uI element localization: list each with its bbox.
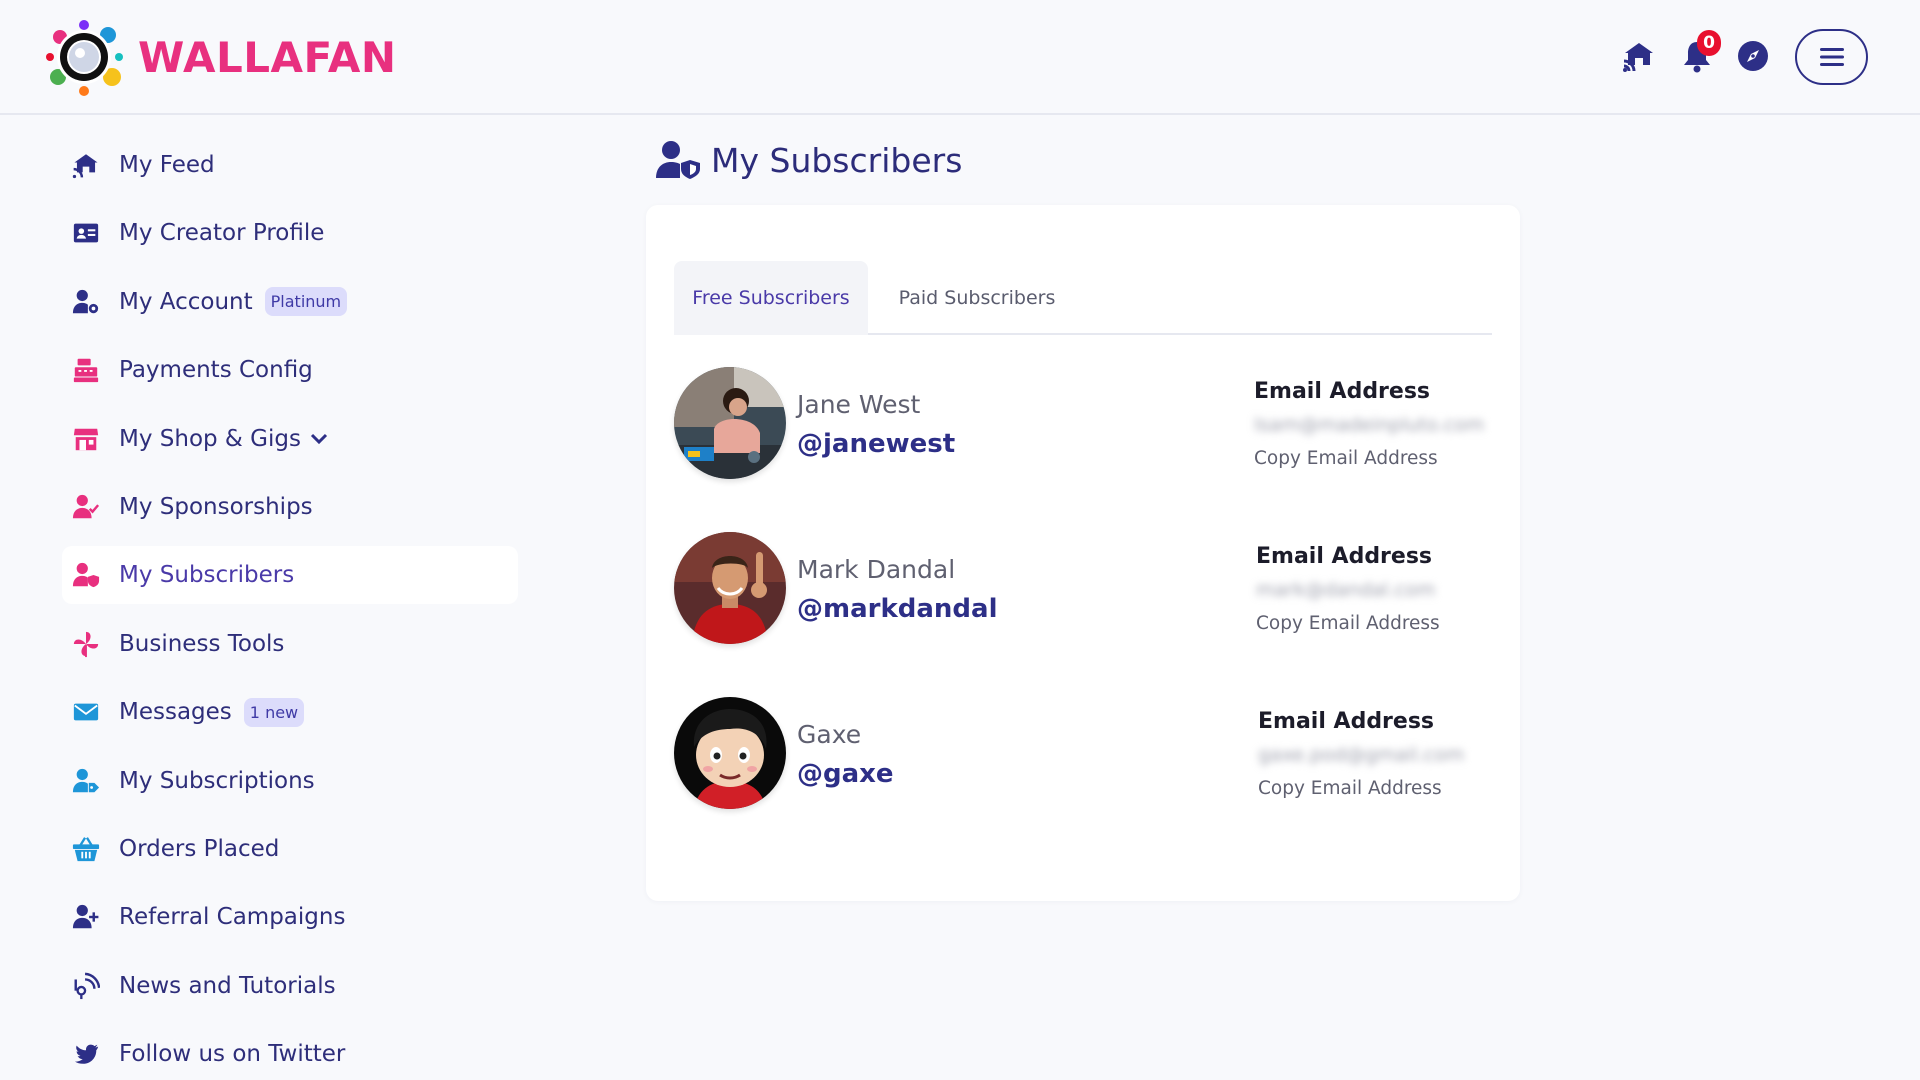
email-label: Email Address: [1254, 379, 1431, 404]
notification-count-badge: 0: [1697, 30, 1721, 56]
copy-email-link[interactable]: Copy Email Address: [1256, 613, 1516, 634]
sidebar-item-my-feed[interactable]: My Feed: [62, 136, 518, 194]
user-tag-icon: [72, 768, 100, 792]
sidebar-item-label: Referral Campaigns: [119, 904, 346, 931]
hamburger-menu-button[interactable]: [1795, 29, 1868, 85]
avatar-image: [674, 532, 786, 644]
sidebar-item-label: My Account: [119, 288, 253, 315]
avatar[interactable]: [674, 697, 786, 809]
tab-paid-subscribers[interactable]: Paid Subscribers: [868, 261, 1086, 335]
envelope-icon: [73, 703, 99, 721]
user-shield-icon: [72, 563, 100, 588]
email-block: Email Address mark@dandal.com Copy Email…: [1256, 544, 1516, 634]
sidebar-item-label: My Sponsorships: [119, 493, 313, 520]
sidebar-item-messages[interactable]: Messages 1 new: [62, 683, 518, 741]
sidebar-item-payments-config[interactable]: Payments Config: [62, 341, 518, 399]
twitter-icon: [74, 1044, 99, 1064]
subscriber-row: Mark Dandal @markdandal Email Address ma…: [674, 532, 1492, 647]
wallafan-logo-icon: [46, 20, 123, 96]
user-check-icon: [72, 494, 100, 519]
basket-icon: [72, 837, 100, 862]
id-card-icon: [73, 224, 99, 243]
sidebar-item-orders-placed[interactable]: Orders Placed: [62, 820, 518, 878]
subscriber-row: Jane West @janewest Email Address lsam@m…: [674, 367, 1492, 482]
avatar-image: [674, 697, 786, 809]
sidebar-item-my-creator-profile[interactable]: My Creator Profile: [62, 204, 518, 262]
subscriber-tabs: Free Subscribers Paid Subscribers: [674, 261, 1492, 335]
email-block: Email Address lsam@madeinpluto.com Copy …: [1254, 379, 1514, 469]
tab-free-subscribers[interactable]: Free Subscribers: [674, 261, 868, 335]
sidebar-item-my-subscriptions[interactable]: My Subscriptions: [62, 752, 518, 810]
sidebar-item-label: Messages: [119, 699, 232, 726]
explore-button[interactable]: [1735, 38, 1771, 74]
sidebar-item-my-shop-gigs[interactable]: My Shop & Gigs: [62, 410, 518, 468]
user-shield-icon: [656, 141, 700, 179]
account-tier-badge: Platinum: [264, 287, 348, 317]
subscriber-name: Jane West: [797, 390, 921, 419]
feed-icon: [1623, 43, 1653, 72]
subscribers-card: Free Subscribers Paid Subscribers Jane W…: [646, 205, 1520, 901]
avatar[interactable]: [674, 532, 786, 644]
compass-icon: [1738, 41, 1768, 71]
sidebar-item-label: Business Tools: [119, 630, 285, 657]
feed-icon: [72, 154, 98, 179]
sidebar-item-label: My Subscribers: [119, 562, 295, 589]
sidebar-item-follow-twitter[interactable]: Follow us on Twitter: [62, 1025, 518, 1080]
email-block: Email Address gaxe.pod@gmail.com Copy Em…: [1258, 709, 1518, 799]
sidebar-item-label: News and Tutorials: [119, 972, 336, 999]
brand[interactable]: WALLAFAN: [42, 15, 397, 99]
page-header: My Subscribers: [655, 140, 962, 180]
sidebar-item-label: Follow us on Twitter: [119, 1041, 346, 1068]
subscriber-name: Mark Dandal: [797, 555, 956, 584]
sidebar-item-my-sponsorships[interactable]: My Sponsorships: [62, 478, 518, 536]
sidebar-item-label: Payments Config: [119, 357, 313, 384]
cash-register-icon: [73, 358, 99, 383]
sidebar-item-label: Orders Placed: [119, 835, 280, 862]
subscriber-handle-link[interactable]: @gaxe: [797, 759, 894, 789]
sidebar-item-my-account[interactable]: My Account Platinum: [62, 273, 518, 331]
sidebar-item-label: My Subscriptions: [119, 767, 315, 794]
top-header: WALLAFAN 0: [0, 0, 1920, 115]
sidebar-item-label: My Shop & Gigs: [119, 425, 301, 452]
sidebar-item-my-subscribers[interactable]: My Subscribers: [62, 546, 518, 605]
brand-name: WALLAFAN: [138, 32, 397, 82]
subscriber-handle-link[interactable]: @janewest: [797, 429, 955, 459]
avatar-image: [674, 367, 786, 479]
unread-messages-badge: 1 new: [243, 697, 305, 727]
page-title: My Subscribers: [711, 140, 963, 180]
subscriber-name: Gaxe: [797, 720, 862, 749]
email-value: lsam@madeinpluto.com: [1254, 414, 1485, 436]
sidebar-item-news-tutorials[interactable]: News and Tutorials: [62, 957, 518, 1015]
user-plus-icon: [72, 905, 99, 929]
subscriber-handle-link[interactable]: @markdandal: [797, 594, 997, 624]
pinwheel-icon: [73, 631, 99, 657]
notifications-button[interactable]: 0: [1679, 30, 1721, 74]
sidebar-item-label: My Creator Profile: [119, 220, 325, 247]
shop-icon: [73, 428, 99, 450]
feed-header-button[interactable]: [1621, 38, 1657, 74]
chevron-down-icon[interactable]: [309, 432, 329, 446]
sidebar-item-business-tools[interactable]: Business Tools: [62, 615, 518, 673]
subscriber-row: Gaxe @gaxe Email Address gaxe.pod@gmail.…: [674, 697, 1492, 812]
user-gear-icon: [72, 289, 99, 313]
email-label: Email Address: [1256, 544, 1433, 569]
email-label: Email Address: [1258, 709, 1435, 734]
copy-email-link[interactable]: Copy Email Address: [1254, 448, 1514, 469]
sidebar-item-referral-campaigns[interactable]: Referral Campaigns: [62, 888, 518, 946]
broadcast-icon: [74, 972, 100, 999]
sidebar-item-label: My Feed: [119, 152, 215, 178]
email-value: mark@dandal.com: [1256, 579, 1436, 601]
email-value: gaxe.pod@gmail.com: [1258, 744, 1465, 766]
sidebar-nav: My Feed My Creator Profile My Account Pl…: [62, 136, 518, 1080]
avatar[interactable]: [674, 367, 786, 479]
hamburger-menu-icon: [1819, 48, 1844, 66]
copy-email-link[interactable]: Copy Email Address: [1258, 778, 1518, 799]
